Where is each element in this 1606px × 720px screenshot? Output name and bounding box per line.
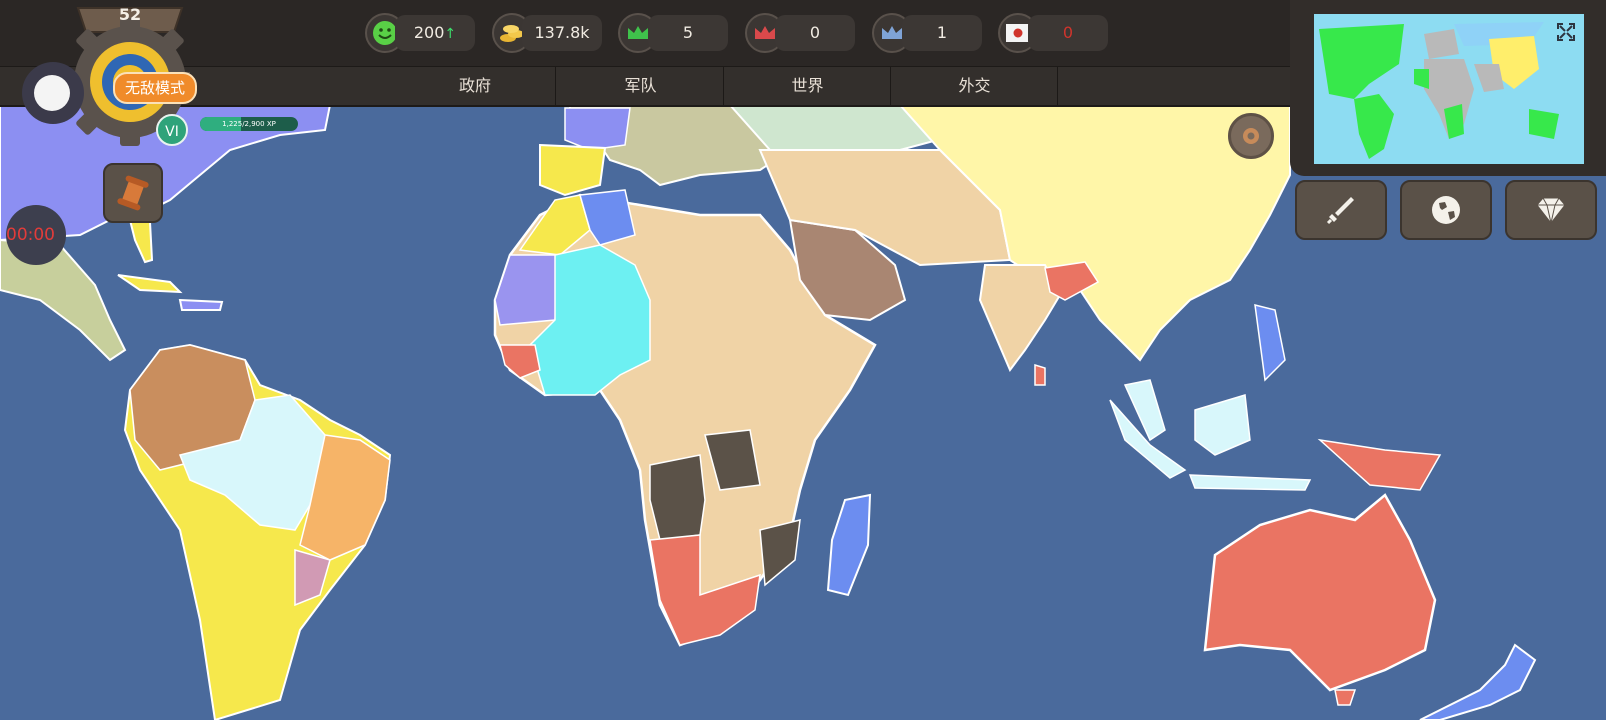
- scroll-button[interactable]: [103, 163, 163, 223]
- sri-lanka-region[interactable]: [1034, 363, 1046, 386]
- diamond-icon: [1536, 197, 1566, 224]
- toggle-knob: [34, 75, 70, 111]
- army-action-button[interactable]: [1295, 180, 1387, 240]
- minimap-panel: [1290, 0, 1606, 176]
- xp-bar: 1,225/2,900 XP: [200, 117, 298, 131]
- timer-circle[interactable]: 00:00: [6, 205, 66, 265]
- angola-dark-region[interactable]: [649, 454, 706, 541]
- hispaniola-region[interactable]: [178, 298, 224, 311]
- player-level: 52: [118, 5, 142, 24]
- globe-icon: [1432, 196, 1460, 224]
- sword-icon: [1326, 197, 1354, 225]
- stat-value: 0: [775, 15, 855, 51]
- shop-action-button[interactable]: [1505, 180, 1597, 240]
- minimap[interactable]: [1314, 14, 1584, 164]
- tab-diplomacy[interactable]: 外交: [892, 67, 1058, 105]
- stat-value: 0: [1028, 15, 1108, 51]
- toggle-button[interactable]: [22, 62, 84, 124]
- stat-value: 1: [902, 15, 982, 51]
- stat-value: 137.8k: [522, 15, 602, 51]
- stat-value: 200↑: [395, 15, 475, 51]
- rank-badge: VI: [156, 114, 188, 146]
- stat-value: 5: [648, 15, 728, 51]
- invincible-mode-badge[interactable]: 无敌模式: [113, 72, 198, 104]
- settings-button[interactable]: [1228, 113, 1274, 159]
- tab-army[interactable]: 军队: [558, 67, 724, 105]
- tab-government[interactable]: 政府: [395, 67, 556, 105]
- scroll-icon: [117, 175, 149, 211]
- trend-up-icon: ↑: [444, 26, 457, 42]
- france-region[interactable]: [564, 107, 631, 151]
- xp-text: 1,225/2,900 XP: [222, 120, 276, 128]
- gear-icon: [1243, 128, 1259, 144]
- timer-text: 00:00: [6, 225, 55, 245]
- tab-world[interactable]: 世界: [725, 67, 891, 105]
- world-action-button[interactable]: [1400, 180, 1492, 240]
